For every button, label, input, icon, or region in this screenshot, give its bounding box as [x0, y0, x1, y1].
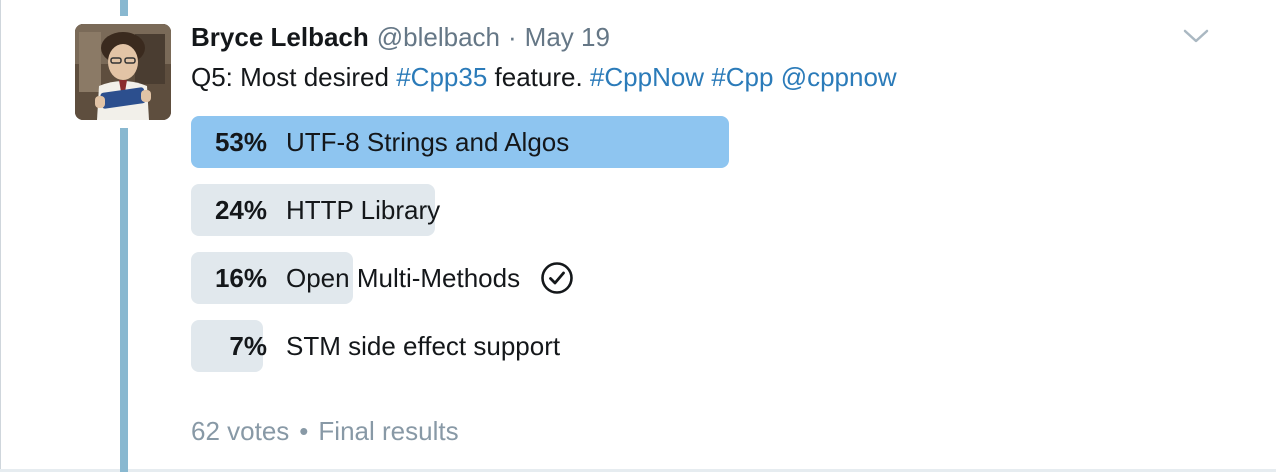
poll-percent: 16% [214, 263, 267, 293]
poll-option-label-wrap: STM side effect support [286, 320, 560, 372]
thread-line-bottom [120, 128, 128, 472]
avatar[interactable] [75, 24, 171, 120]
poll-option-label-wrap: Open Multi-Methods [286, 252, 574, 304]
poll-option-label: UTF-8 Strings and Algos [286, 127, 570, 157]
poll-option-label: STM side effect support [286, 331, 561, 361]
poll-option-label-wrap: HTTP Library [286, 184, 440, 236]
poll-option-0: 53% UTF-8 Strings and Algos [191, 116, 751, 168]
poll-option-2: 16% Open Multi-Methods [191, 252, 751, 304]
poll-status: Final results [318, 415, 459, 446]
author-display-name[interactable]: Bryce Lelbach [191, 22, 369, 53]
hashtag-link-cpp[interactable]: #Cpp [711, 62, 773, 93]
poll-vote-count: 62 votes [191, 415, 290, 446]
poll-option-1: 24% HTTP Library [191, 184, 751, 236]
tweet-text-space [704, 62, 711, 93]
poll-footer: 62 votes • Final results [191, 414, 459, 448]
avatar-photo [75, 24, 171, 120]
poll-percent: 7% [229, 331, 267, 361]
check-circle-icon [541, 262, 573, 294]
poll-footer-separator: • [299, 415, 309, 446]
tweet-date-link[interactable]: May 19 [525, 22, 610, 53]
tweet-text-middle: feature. [487, 61, 590, 92]
chevron-down-icon[interactable] [1180, 24, 1212, 48]
author-handle[interactable]: @blelbach [377, 22, 500, 53]
tweet-header: Bryce Lelbach @blelbach · May 19 [191, 20, 610, 54]
poll-percent: 53% [214, 127, 267, 157]
tweet-text-prefix: Q5: Most desired [191, 61, 397, 92]
tweet-text-space [773, 62, 780, 93]
hashtag-link-cppnow[interactable]: #CppNow [590, 62, 704, 93]
hashtag-link-cpp35[interactable]: #Cpp35 [396, 62, 487, 93]
poll-option-label: Open Multi-Methods [286, 263, 521, 293]
mention-link-cppnow[interactable]: @cppnow [781, 62, 897, 93]
poll: 53% UTF-8 Strings and Algos 24% HTTP Lib… [191, 116, 751, 388]
poll-option-label: HTTP Library [286, 195, 441, 225]
poll-option-label-wrap: UTF-8 Strings and Algos [286, 116, 569, 168]
frame-left-border [0, 0, 1, 472]
poll-option-3: 7% STM side effect support [191, 320, 751, 372]
tweet-text: Q5: Most desired #Cpp35 feature. #CppNow… [191, 60, 897, 94]
thread-line-top [120, 0, 128, 16]
header-separator: · [508, 21, 517, 52]
poll-percent: 24% [214, 195, 267, 225]
